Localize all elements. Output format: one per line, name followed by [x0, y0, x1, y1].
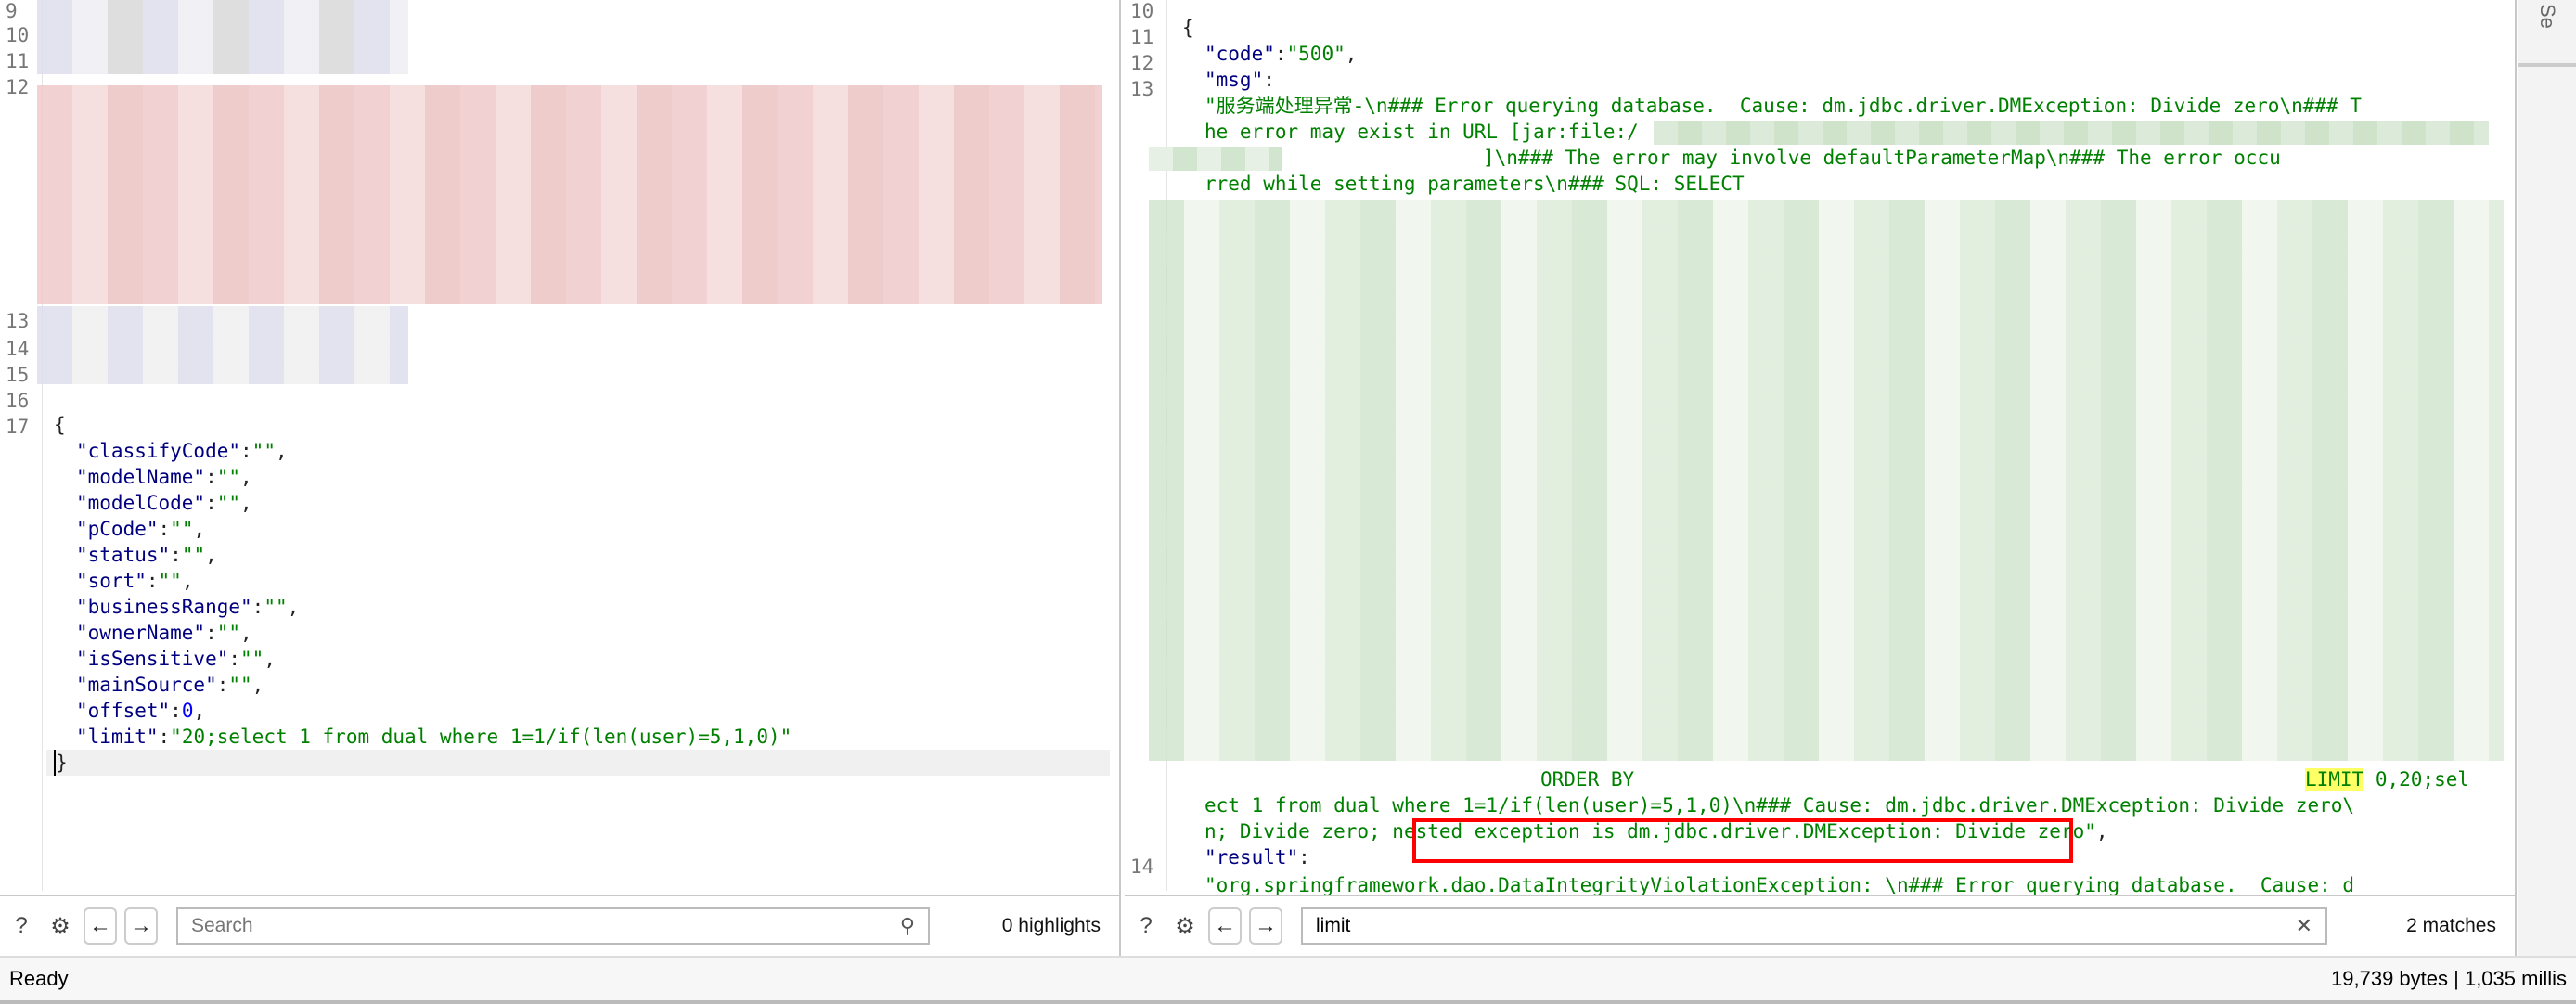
search-input[interactable] — [1316, 915, 2296, 937]
order-by-text: ORDER BY — [1540, 768, 1635, 791]
msg-line: ect 1 from dual where 1=1/if(len(user)=5… — [1204, 794, 2355, 817]
redacted-sql — [1149, 200, 2504, 761]
next-button[interactable]: → — [124, 907, 158, 945]
msg-line: ]\n### The error may involve defaultPara… — [1483, 147, 2281, 169]
side-panel: Se — [2518, 0, 2576, 956]
line-number: 12 — [6, 76, 30, 98]
status-bar: Ready 19,739 bytes | 1,035 millis — [0, 956, 2576, 1004]
response-pane: 10 11 12 13 14 { "code":"500", "msg": "服务端处… — [1125, 0, 2517, 956]
next-button[interactable]: → — [1249, 907, 1282, 945]
json-line: "status":"", — [76, 544, 217, 566]
json-line: "limit":"20;select 1 from dual where 1=1… — [76, 726, 792, 748]
request-search-bar: ? ⚙ ← → ⚲ 0 highlights — [0, 895, 1119, 956]
json-line: "offset":0, — [76, 700, 206, 722]
search-input[interactable] — [191, 915, 900, 937]
line-number: 12 — [1130, 52, 1154, 74]
json-line: "code":"500", — [1204, 43, 1358, 65]
line-number: 17 — [6, 416, 30, 438]
response-stats: 19,739 bytes | 1,035 millis — [2331, 967, 2567, 990]
json-line: "businessRange":"", — [76, 596, 300, 618]
json-line: "mainSource":"", — [76, 674, 264, 696]
close-brace: } — [54, 750, 68, 776]
json-line: "sort":"", — [76, 570, 194, 592]
line-number: 11 — [1130, 26, 1154, 48]
line-number: 13 — [6, 310, 30, 332]
msg-line: "服务端处理异常-\n### Error querying database. … — [1204, 95, 2362, 117]
json-line: "pCode":"", — [76, 518, 206, 540]
line-number: 10 — [6, 24, 30, 46]
line-number: 14 — [1130, 856, 1154, 878]
line-number: 16 — [6, 390, 30, 412]
request-body[interactable]: { "classifyCode":"", "modelName":"", "model… — [54, 412, 792, 750]
line-number: 10 — [1130, 0, 1154, 22]
search-field[interactable]: ⚲ — [176, 907, 930, 945]
line-number: 14 — [6, 338, 30, 360]
help-icon[interactable]: ? — [6, 910, 37, 942]
clear-icon[interactable]: ✕ — [2296, 914, 2312, 938]
json-line: "classifyCode":"", — [76, 440, 288, 462]
limit-line: LIMIT 0,20;sel — [2305, 768, 2470, 791]
response-search-bar: ? ⚙ ← → ✕ 2 matches — [1125, 895, 2515, 956]
search-match: LIMIT — [2305, 768, 2364, 791]
json-line: "modelCode":"", — [76, 492, 252, 514]
json-line: "msg": — [1204, 69, 1275, 91]
open-brace: { — [1182, 17, 1194, 39]
highlight-count: 0 highlights — [1001, 915, 1101, 936]
match-count: 2 matches — [2406, 915, 2496, 936]
redacted-cookie — [37, 85, 1102, 304]
response-body[interactable]: { "code":"500", "msg": "服务端处理异常-\n### Error… — [1182, 15, 2362, 197]
json-line: "isSensitive":"", — [76, 648, 276, 670]
open-brace: { — [54, 414, 66, 436]
result-key: "result": — [1204, 846, 1310, 869]
previous-button[interactable]: ← — [1208, 907, 1242, 945]
help-icon[interactable]: ? — [1130, 910, 1162, 942]
gear-icon[interactable]: ⚙ — [1169, 910, 1201, 942]
redacted-line — [37, 306, 408, 384]
msg-line: he error may exist in URL [jar:file:/ — [1204, 121, 1639, 143]
line-number: 11 — [6, 50, 30, 72]
search-field[interactable]: ✕ — [1301, 907, 2327, 945]
line-number: 15 — [6, 364, 30, 386]
line-number: 13 — [1130, 78, 1154, 100]
json-line: "ownerName":"", — [76, 622, 252, 644]
msg-line: rred while setting parameters\n### SQL: … — [1204, 173, 1745, 195]
current-line-highlight — [46, 750, 1110, 776]
gear-icon[interactable]: ⚙ — [45, 910, 76, 942]
previous-button[interactable]: ← — [84, 907, 117, 945]
redacted-headers — [37, 0, 408, 74]
json-line: "modelName":"", — [76, 466, 252, 488]
line-number: 9 — [6, 0, 18, 22]
side-tab[interactable]: Se — [2518, 0, 2576, 67]
search-icon: ⚲ — [899, 914, 915, 937]
request-pane: 9 10 11 12 13 14 15 16 17 { "classifyCode… — [0, 0, 1121, 956]
highlight-box — [1412, 818, 2073, 863]
status-text: Ready — [9, 967, 69, 990]
